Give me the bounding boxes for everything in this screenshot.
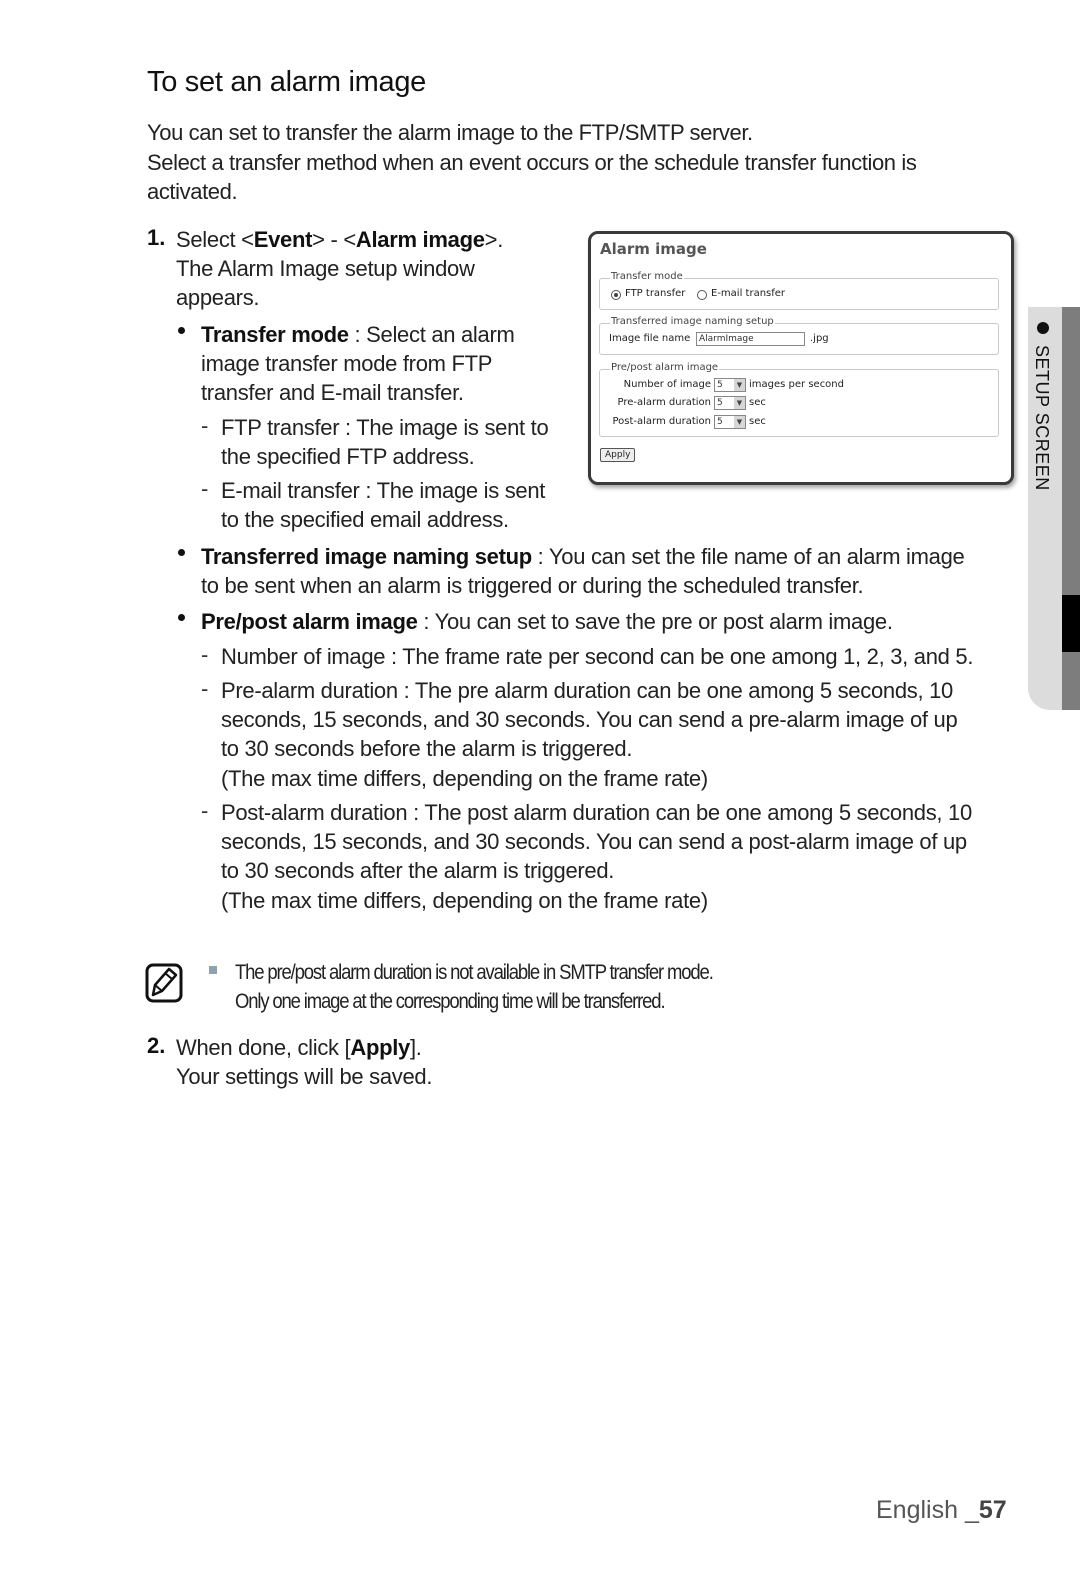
chevron-down-icon: ▼ bbox=[734, 397, 745, 409]
step2-line2: Your settings will be saved. bbox=[176, 1064, 433, 1089]
post-alarm-duration-select[interactable]: 5 ▼ bbox=[714, 415, 746, 429]
step-number: 2. bbox=[147, 1033, 166, 1058]
page-footer: English _57 bbox=[876, 1496, 1007, 1525]
alarm-image-window: Alarm image Transfer mode FTP transfer E… bbox=[588, 231, 1014, 485]
menu-alarm-image: Alarm image bbox=[355, 227, 485, 252]
transfer-mode-group: Transfer mode FTP transfer E-mail transf… bbox=[599, 271, 999, 310]
text: When done, click [ bbox=[176, 1035, 351, 1060]
note-line: The pre/post alarm duration is not avail… bbox=[235, 961, 714, 984]
step1-line1: Select <Event> - <Alarm image>. bbox=[176, 225, 503, 255]
bullet-transfer-mode: Transfer mode : Select an alarm bbox=[201, 320, 515, 350]
term: Pre/post alarm image bbox=[201, 609, 418, 634]
prepost-group: Pre/post alarm image Number of image 5 ▼ … bbox=[599, 362, 999, 437]
note-text: The pre/post alarm duration is not avail… bbox=[235, 958, 714, 1016]
radio-label: FTP transfer bbox=[625, 288, 686, 299]
chevron-down-icon: ▼ bbox=[734, 416, 745, 428]
sub-line: to 30 seconds before the alarm is trigge… bbox=[221, 736, 633, 761]
intro-line: You can set to transfer the alarm image … bbox=[147, 120, 753, 145]
pre-alarm-duration-select[interactable]: 5 ▼ bbox=[714, 396, 746, 410]
chevron-down-icon: ▼ bbox=[734, 379, 745, 391]
page-number: 57 bbox=[978, 1496, 1007, 1524]
bullet-naming: Transferred image naming setup : You can… bbox=[201, 542, 965, 572]
group-legend: Pre/post alarm image bbox=[610, 362, 720, 373]
dash-icon: - bbox=[201, 413, 209, 438]
group-legend: Transferred image naming setup bbox=[610, 316, 775, 327]
note-line: Only one image at the corresponding time… bbox=[235, 990, 666, 1013]
note-pencil-icon bbox=[145, 963, 183, 1003]
email-transfer-radio[interactable] bbox=[697, 290, 707, 300]
dash-icon: - bbox=[201, 798, 209, 823]
row-label: Pre-alarm duration bbox=[617, 397, 711, 408]
sub-line: seconds, 15 seconds, and 30 seconds. You… bbox=[221, 707, 958, 732]
bullet-line: to be sent when an alarm is triggered or… bbox=[201, 573, 864, 598]
sub-line: Post-alarm duration : The post alarm dur… bbox=[221, 800, 972, 825]
sub-line: to the specified email address. bbox=[221, 507, 509, 532]
text: Select < bbox=[176, 227, 254, 252]
step2-line1: When done, click [Apply]. bbox=[176, 1033, 422, 1063]
bullet-icon bbox=[178, 614, 185, 621]
intro-text: You can set to transfer the alarm image … bbox=[147, 118, 947, 207]
select-value: 5 bbox=[717, 380, 723, 390]
term: Transferred image naming setup bbox=[201, 544, 532, 569]
radio-label: E-mail transfer bbox=[711, 288, 786, 299]
text: >. bbox=[484, 227, 504, 252]
sub-line: seconds, 15 seconds, and 30 seconds. You… bbox=[221, 829, 967, 854]
sub-line: the specified FTP address. bbox=[221, 444, 475, 469]
ftp-transfer-radio[interactable] bbox=[611, 290, 621, 300]
dash-icon: - bbox=[201, 476, 209, 501]
footer-language: English _ bbox=[876, 1496, 979, 1524]
step-number: 1. bbox=[147, 225, 166, 250]
menu-event: Event bbox=[253, 227, 313, 252]
window-title: Alarm image bbox=[600, 240, 707, 258]
bullet-line: image transfer mode from FTP bbox=[201, 351, 493, 376]
text: > - < bbox=[312, 227, 356, 252]
text: : Select an alarm bbox=[348, 322, 515, 347]
sub-line: FTP transfer : The image is sent to bbox=[221, 415, 549, 440]
image-file-name-input[interactable]: AlarmImage bbox=[696, 332, 805, 346]
sub-line: Number of image : The frame rate per sec… bbox=[221, 644, 974, 669]
file-extension: .jpg bbox=[810, 333, 829, 344]
text: : You can set to save the pre or post al… bbox=[417, 609, 893, 634]
sub-line: (The max time differs, depending on the … bbox=[221, 888, 708, 913]
step1-line3: appears. bbox=[176, 285, 260, 310]
bullet-line: transfer and E-mail transfer. bbox=[201, 380, 464, 405]
section-title: To set an alarm image bbox=[147, 66, 426, 98]
sub-line: Pre-alarm duration : The pre alarm durat… bbox=[221, 678, 953, 703]
term: Transfer mode bbox=[201, 322, 349, 347]
row-unit: sec bbox=[749, 397, 766, 408]
bullet-icon bbox=[178, 549, 185, 556]
select-value: 5 bbox=[717, 417, 723, 427]
apply-reference: Apply bbox=[350, 1035, 410, 1060]
row-label: Number of image bbox=[623, 379, 711, 390]
field-label: Image file name bbox=[609, 333, 691, 344]
bullet-icon bbox=[1037, 322, 1049, 334]
dash-icon: - bbox=[201, 642, 209, 667]
bullet-icon bbox=[178, 327, 185, 334]
bullet-prepost: Pre/post alarm image : You can set to sa… bbox=[201, 607, 893, 637]
side-tab-label: SETUP SCREEN bbox=[1032, 345, 1052, 491]
select-value: 5 bbox=[717, 398, 723, 408]
sub-line: E-mail transfer : The image is sent bbox=[221, 478, 546, 503]
intro-line: Select a transfer method when an event o… bbox=[147, 149, 917, 205]
side-tab-marker bbox=[1062, 595, 1080, 652]
row-unit: images per second bbox=[749, 379, 844, 390]
step1-line2: The Alarm Image setup window bbox=[176, 256, 475, 281]
apply-button[interactable]: Apply bbox=[600, 448, 636, 462]
text: ]. bbox=[409, 1035, 422, 1060]
text: : You can set the file name of an alarm … bbox=[531, 544, 965, 569]
naming-group: Transferred image naming setup Image fil… bbox=[599, 316, 999, 355]
dash-icon: - bbox=[201, 676, 209, 701]
note-bullet-icon bbox=[209, 966, 217, 974]
row-label: Post-alarm duration bbox=[612, 416, 711, 427]
row-unit: sec bbox=[749, 416, 766, 427]
number-of-image-select[interactable]: 5 ▼ bbox=[714, 378, 746, 392]
sub-line: (The max time differs, depending on the … bbox=[221, 766, 708, 791]
sub-line: to 30 seconds after the alarm is trigger… bbox=[221, 858, 615, 883]
group-legend: Transfer mode bbox=[610, 271, 684, 282]
